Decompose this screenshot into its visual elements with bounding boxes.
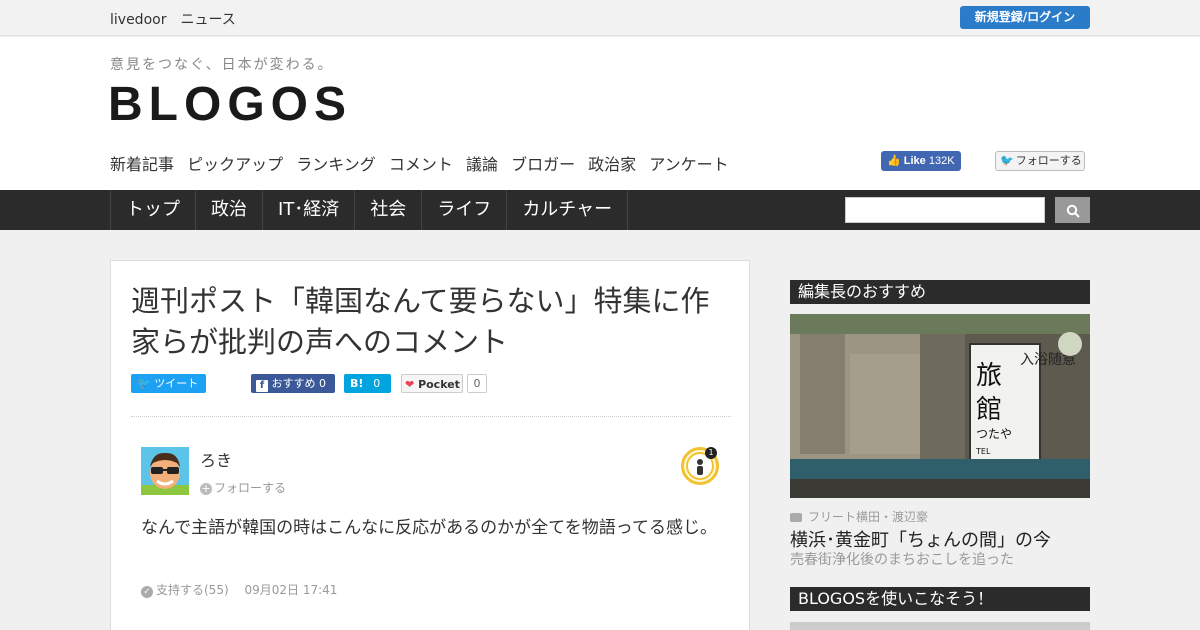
nav-society[interactable]: 社会 [354, 190, 421, 230]
comment-date: 09月02日 17:41 [244, 583, 338, 597]
tweet-button[interactable]: 🐦 ツイート [131, 374, 206, 393]
subnav-new-articles[interactable]: 新着記事 [110, 155, 174, 174]
twitter-follow-button[interactable]: 🐦 フォローする [995, 151, 1085, 171]
facebook-share-button[interactable]: f おすすめ 0 [251, 374, 335, 393]
nav-politics[interactable]: 政治 [195, 190, 262, 230]
facebook-like-button[interactable]: 👍 Like 132K [881, 151, 961, 171]
how-to-heading: BLOGOSを使いこなそう！ [790, 587, 1090, 611]
divider [131, 416, 731, 417]
follow-label: フォローする [214, 481, 287, 495]
sign-text-tel: TEL [975, 447, 991, 456]
street-building-photo: 入浴随意 旅 館 つたや TEL [790, 314, 1090, 498]
avatar[interactable] [141, 447, 189, 495]
nav-top[interactable]: トップ [110, 190, 195, 230]
tweet-label: ツイート [154, 377, 199, 390]
comment-author[interactable]: ろき [200, 447, 232, 471]
fb-share-count: 0 [319, 377, 326, 390]
pocket-label: Pocket [418, 378, 460, 391]
pocket-button[interactable]: ❤ Pocket [401, 374, 463, 393]
subnav-discussion[interactable]: 議論 [466, 155, 498, 174]
twitter-bird-icon: 🐦 [1000, 154, 1014, 167]
sign-text-ryokan: 旅 [976, 361, 1002, 391]
hatena-bookmark-button[interactable]: B! 0 [344, 374, 391, 393]
editor-pick-heading: 編集長のおすすめ [790, 280, 1090, 304]
hatena-icon: B! [350, 377, 364, 390]
subnav-ranking[interactable]: ランキング [296, 155, 376, 174]
subnav-survey[interactable]: アンケート [649, 155, 728, 174]
how-to-panel [790, 622, 1090, 630]
search-input[interactable] [845, 197, 1045, 223]
thumbs-up-icon: 👍 [887, 155, 901, 167]
photo-credit: フリート横田・渡辺豪 [790, 508, 928, 525]
comment-meta: ✓ 支持する(55) 09月02日 17:41 [141, 581, 337, 598]
search-icon [1066, 204, 1080, 218]
fb-share-label: おすすめ [271, 377, 316, 390]
site-header: 意見をつなぐ、日本が変わる。 BLOGOS 新着記事 ピックアップ ランキング … [0, 37, 1200, 190]
comment-card: 週刊ポスト「韓国なんて要らない」特集に作家らが批判の声へのコメント 🐦 ツイート… [110, 260, 750, 630]
fb-like-count: 132K [928, 155, 955, 167]
plus-icon: + [200, 482, 212, 495]
twitter-follow-label: フォローする [1015, 154, 1082, 167]
subnav-bloggers[interactable]: ブロガー [511, 155, 575, 174]
subnav-comments[interactable]: コメント [389, 155, 453, 174]
nav-life[interactable]: ライフ [421, 190, 506, 230]
editor-pick-subtitle: 売春街浄化後のまちおこしを追った [790, 552, 1014, 568]
subnav-pickup[interactable]: ピックアップ [187, 155, 283, 174]
nav-culture[interactable]: カルチャー [506, 190, 629, 230]
editor-pick-photo[interactable]: 入浴随意 旅 館 つたや TEL [790, 314, 1090, 498]
hatena-count: 0 [373, 377, 381, 390]
pocket-count: 0 [467, 374, 487, 393]
search-button[interactable] [1055, 197, 1090, 223]
follow-author-button[interactable]: + フォローする [200, 479, 286, 496]
photo-credit-text: フリート横田・渡辺豪 [808, 510, 929, 524]
sign-text-tsutaya: つたや [976, 427, 1012, 441]
signup-login-button[interactable]: 新規登録/ログイン [960, 6, 1090, 29]
blogos-logo[interactable]: BLOGOS [108, 77, 352, 133]
badge-count: 1 [705, 447, 717, 459]
sunglasses-avatar-icon [141, 447, 189, 495]
facebook-icon: f [256, 380, 268, 392]
top-bar: livedoor ニュース 新規登録/ログイン [0, 0, 1200, 36]
comment-text: なんで主語が韓国の時はこんなに反応があるのかが全てを物語ってる感じ。 [141, 518, 717, 538]
livedoor-news-link[interactable]: livedoor ニュース [110, 9, 236, 29]
article-title[interactable]: 週刊ポスト「韓国なんて要らない」特集に作家らが批判の声へのコメント [131, 281, 731, 363]
support-button[interactable]: 支持する(55) [156, 583, 229, 597]
subnav-politicians[interactable]: 政治家 [588, 155, 636, 174]
pocket-icon: ❤ [405, 378, 415, 391]
check-icon: ✓ [141, 586, 153, 598]
camera-icon [790, 513, 802, 522]
site-tagline: 意見をつなぐ、日本が変わる。 [110, 57, 334, 73]
sign-text-kan: 館 [976, 395, 1002, 425]
fb-like-label: Like [903, 155, 926, 167]
sub-navigation: 新着記事 ピックアップ ランキング コメント 議論 ブロガー 政治家 アンケート [110, 151, 737, 175]
twitter-bird-icon: 🐦 [137, 377, 151, 390]
nav-it-economy[interactable]: IT･経済 [262, 190, 354, 230]
main-navigation: トップ 政治 IT･経済 社会 ライフ カルチャー [0, 190, 1200, 230]
